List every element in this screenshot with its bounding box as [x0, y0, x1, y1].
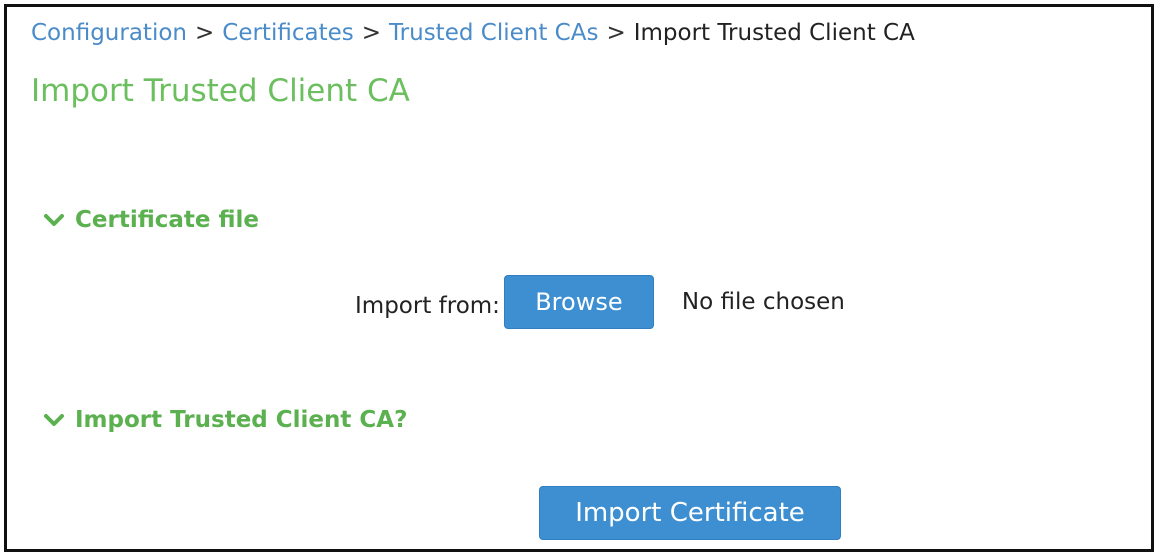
section-label-certificate-file: Certificate file [75, 207, 260, 233]
import-from-label: Import from: [355, 293, 500, 319]
chevron-down-icon [44, 214, 64, 226]
import-from-row: Import from: Browse No file chosen [355, 273, 845, 331]
breadcrumb-separator: > [361, 20, 381, 46]
breadcrumb-separator: > [194, 20, 215, 46]
chevron-down-icon [44, 414, 64, 426]
breadcrumb-current-page: Import Trusted Client CA [633, 20, 915, 46]
section-toggle-import-confirm[interactable]: Import Trusted Client CA? [43, 405, 407, 435]
breadcrumb: Configuration > Certificates > Trusted Clien… [31, 18, 915, 48]
breadcrumb-separator: > [606, 20, 626, 46]
file-status-text: No file chosen [681, 289, 845, 315]
import-certificate-button[interactable]: Import Certificate [539, 486, 841, 540]
section-toggle-certificate-file[interactable]: Certificate file [43, 205, 259, 235]
breadcrumb-certificates-link[interactable]: Certificates [222, 20, 353, 46]
breadcrumb-configuration-link[interactable]: Configuration [31, 20, 187, 46]
page-frame: Configuration > Certificates > Trusted Clien… [4, 4, 1154, 552]
section-label-import-confirm: Import Trusted Client CA? [75, 407, 408, 433]
page-title: Import Trusted Client CA [31, 73, 410, 109]
browse-button[interactable]: Browse [503, 275, 654, 329]
breadcrumb-trusted-client-cas-link[interactable]: Trusted Client CAs [389, 20, 598, 46]
